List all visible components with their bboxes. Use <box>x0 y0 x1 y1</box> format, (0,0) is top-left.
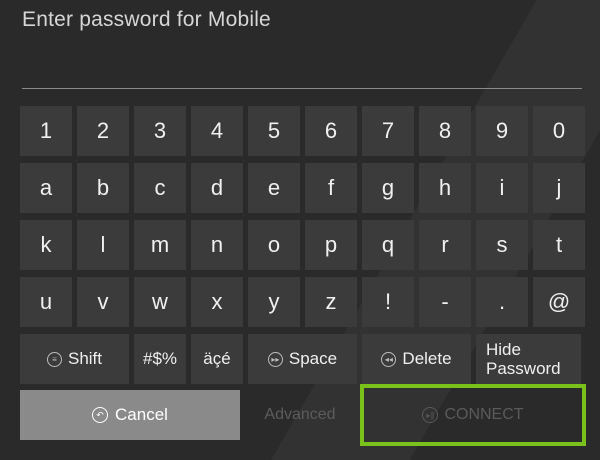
key-a[interactable]: a <box>20 163 72 213</box>
space-key-label: Space <box>288 349 338 368</box>
key-v[interactable]: v <box>77 277 129 327</box>
key-x[interactable]: x <box>191 277 243 327</box>
password-underline <box>22 88 582 89</box>
key-r[interactable]: r <box>419 220 471 270</box>
accents-key[interactable]: äçé <box>191 334 243 384</box>
key-![interactable]: ! <box>362 277 414 327</box>
delete-key[interactable]: ◂◂ Delete <box>362 334 471 384</box>
advanced-button[interactable]: Advanced <box>245 390 355 440</box>
key-j[interactable]: j <box>533 163 585 213</box>
key-4[interactable]: 4 <box>191 106 243 156</box>
key-q[interactable]: q <box>362 220 414 270</box>
play-pause-icon: ▸∥ <box>422 407 439 423</box>
rewind-icon: ◂◂ <box>381 351 397 367</box>
key-t[interactable]: t <box>533 220 585 270</box>
hide-password-label: Hide Password <box>486 340 561 378</box>
cancel-button[interactable]: ↶ Cancel <box>20 390 240 440</box>
key-0[interactable]: 0 <box>533 106 585 156</box>
key-h[interactable]: h <box>419 163 471 213</box>
password-input[interactable] <box>22 40 582 88</box>
symbols-key[interactable]: #$% <box>134 334 186 384</box>
key-9[interactable]: 9 <box>476 106 528 156</box>
key-g[interactable]: g <box>362 163 414 213</box>
cancel-button-label: Cancel <box>115 405 168 424</box>
key-@[interactable]: @ <box>533 277 585 327</box>
connect-button-label: CONNECT <box>444 406 524 423</box>
back-icon: ↶ <box>92 407 109 423</box>
fast-forward-icon: ▸▸ <box>267 351 283 367</box>
key--[interactable]: - <box>419 277 471 327</box>
key-w[interactable]: w <box>134 277 186 327</box>
key-6[interactable]: 6 <box>305 106 357 156</box>
shift-key-label: Shift <box>67 349 103 368</box>
shift-key[interactable]: ≡ Shift <box>20 334 129 384</box>
hide-password-label-line1: Hide <box>486 340 521 359</box>
key-z[interactable]: z <box>305 277 357 327</box>
key-u[interactable]: u <box>20 277 72 327</box>
key-l[interactable]: l <box>77 220 129 270</box>
key-1[interactable]: 1 <box>20 106 72 156</box>
key-b[interactable]: b <box>77 163 129 213</box>
space-key[interactable]: ▸▸ Space <box>248 334 357 384</box>
key-n[interactable]: n <box>191 220 243 270</box>
password-prompt: Enter password for Mobile <box>22 8 271 31</box>
symbols-key-label: #$% <box>142 349 178 368</box>
menu-icon: ≡ <box>46 351 62 367</box>
accents-key-label: äçé <box>203 349 231 368</box>
key-y[interactable]: y <box>248 277 300 327</box>
hide-password-label-line2: Password <box>486 359 561 378</box>
key-2[interactable]: 2 <box>77 106 129 156</box>
key-d[interactable]: d <box>191 163 243 213</box>
key-p[interactable]: p <box>305 220 357 270</box>
key-e[interactable]: e <box>248 163 300 213</box>
key-5[interactable]: 5 <box>248 106 300 156</box>
hide-password-key[interactable]: Hide Password <box>476 334 581 384</box>
key-3[interactable]: 3 <box>134 106 186 156</box>
key-m[interactable]: m <box>134 220 186 270</box>
key-.[interactable]: . <box>476 277 528 327</box>
key-o[interactable]: o <box>248 220 300 270</box>
connect-button[interactable]: ▸∥ CONNECT <box>360 384 586 446</box>
key-i[interactable]: i <box>476 163 528 213</box>
key-7[interactable]: 7 <box>362 106 414 156</box>
key-8[interactable]: 8 <box>419 106 471 156</box>
key-c[interactable]: c <box>134 163 186 213</box>
key-k[interactable]: k <box>20 220 72 270</box>
key-f[interactable]: f <box>305 163 357 213</box>
key-s[interactable]: s <box>476 220 528 270</box>
delete-key-label: Delete <box>402 349 452 368</box>
